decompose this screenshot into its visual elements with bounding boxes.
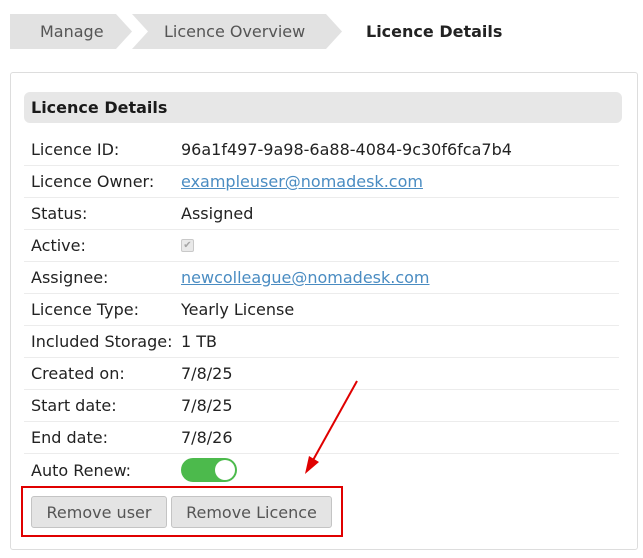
page: Manage Licence Overview Licence Details … (0, 0, 643, 558)
arrow-icon (305, 380, 358, 474)
